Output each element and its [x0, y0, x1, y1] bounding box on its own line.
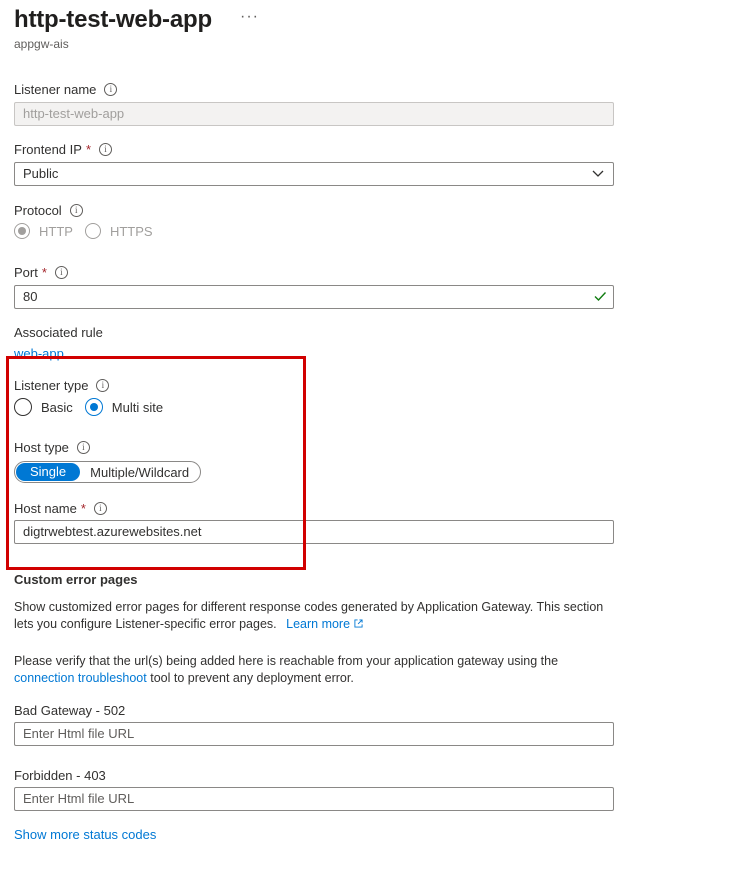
radio-unselected-icon	[84, 223, 101, 239]
info-icon[interactable]: i	[104, 83, 118, 96]
port-label: Port	[14, 265, 38, 280]
info-icon[interactable]: i	[54, 266, 68, 279]
forbidden-input[interactable]: Enter Html file URL	[14, 787, 614, 811]
page-title: http-test-web-app	[14, 6, 212, 33]
external-link-icon	[353, 619, 363, 628]
forbidden-placeholder: Enter Html file URL	[23, 791, 135, 806]
listener-name-label: Listener name	[14, 82, 97, 97]
custom-error-description: Show customized error pages for differen…	[14, 599, 614, 633]
forbidden-label: Forbidden - 403	[14, 768, 106, 783]
verify-text: Please verify that the url(s) being adde…	[14, 654, 559, 668]
highlight-box	[6, 356, 306, 570]
protocol-label: Protocol	[14, 203, 62, 218]
port-input[interactable]: 80	[14, 285, 614, 309]
frontend-ip-value: Public	[23, 166, 59, 181]
associated-rule-label: Associated rule	[14, 325, 103, 340]
listener-name-label-row: Listener name i	[14, 82, 118, 97]
bad-gateway-input[interactable]: Enter Html file URL	[14, 722, 614, 746]
checkmark-icon	[594, 292, 607, 302]
learn-more-link[interactable]: Learn more	[286, 617, 363, 631]
radio-label: HTTPS	[109, 223, 153, 239]
custom-error-heading: Custom error pages	[14, 572, 138, 587]
required-mark: *	[41, 265, 47, 280]
port-value: 80	[23, 289, 38, 304]
frontend-ip-dropdown[interactable]: Public	[14, 162, 614, 186]
port-label-row: Port * i	[14, 265, 68, 280]
page-subtitle: appgw-ais	[14, 37, 69, 51]
more-options-button[interactable]: ···	[240, 8, 259, 26]
frontend-ip-label: Frontend IP	[14, 142, 82, 157]
info-icon[interactable]: i	[99, 143, 112, 156]
listener-name-field: http-test-web-app	[14, 102, 614, 126]
radio-label: HTTP	[39, 223, 73, 239]
protocol-radio-group: HTTP HTTPS	[14, 223, 165, 239]
protocol-radio-http[interactable]: HTTP	[14, 223, 73, 239]
learn-more-label: Learn more	[286, 617, 351, 631]
chevron-down-icon	[592, 170, 604, 177]
info-icon[interactable]: i	[69, 204, 83, 217]
frontend-ip-label-row: Frontend IP * i	[14, 142, 112, 157]
bad-gateway-label: Bad Gateway - 502	[14, 703, 126, 718]
required-mark: *	[85, 142, 91, 157]
protocol-label-row: Protocol i	[14, 203, 83, 218]
radio-selected-icon	[14, 223, 30, 239]
show-more-status-codes-link[interactable]: Show more status codes	[14, 827, 156, 842]
protocol-radio-https[interactable]: HTTPS	[84, 223, 153, 239]
connection-troubleshoot-link[interactable]: connection troubleshoot	[14, 671, 147, 685]
bad-gateway-placeholder: Enter Html file URL	[23, 726, 135, 741]
verify-description: Please verify that the url(s) being adde…	[14, 653, 614, 687]
verify-text-end: tool to prevent any deployment error.	[150, 671, 354, 685]
